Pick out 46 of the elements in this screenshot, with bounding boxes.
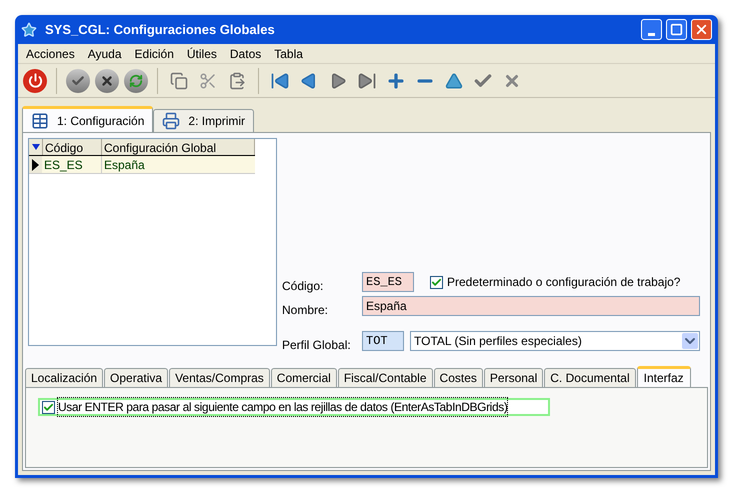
profile-code-field[interactable]: TOT — [362, 331, 404, 351]
close-icon — [694, 22, 709, 37]
menu-item[interactable]: Útiles — [186, 44, 217, 62]
window-title: SYS_CGL: Configuraciones Globales — [45, 20, 275, 39]
tab[interactable]: 2: Imprimir — [153, 109, 254, 132]
name-field[interactable]: España — [362, 296, 700, 316]
tab[interactable]: Comercial — [270, 368, 337, 387]
printer-icon — [162, 112, 180, 130]
field-label: Código: — [282, 278, 324, 295]
menu-item[interactable]: Ayuda — [88, 44, 122, 62]
row-pointer-icon — [32, 158, 39, 170]
table-icon — [31, 112, 49, 130]
table-cell-text: España — [103, 157, 146, 173]
tab[interactable]: Interfaz — [636, 366, 691, 387]
field-label: Perfil Global: — [282, 337, 352, 354]
minimize-button[interactable] — [641, 19, 662, 40]
tab[interactable]: C. Documental — [544, 368, 636, 387]
tab[interactable]: Fiscal/Contable — [338, 368, 433, 387]
checkbox[interactable] — [42, 400, 55, 414]
menu-item[interactable]: Tabla — [274, 44, 303, 62]
tab[interactable]: Localización — [25, 368, 104, 387]
maximize-icon — [670, 23, 683, 36]
column-header[interactable]: Código — [42, 139, 102, 155]
maximize-button[interactable] — [666, 19, 687, 40]
tab[interactable]: Personal — [484, 368, 544, 387]
app-icon — [21, 22, 37, 38]
table-cell: ES_ES — [42, 156, 102, 173]
close-button[interactable] — [691, 19, 712, 40]
menu-item[interactable]: Acciones — [26, 44, 75, 62]
tab[interactable]: 1: Configuración — [22, 106, 154, 132]
menu-item[interactable]: Edición — [134, 44, 174, 62]
profile-dropdown[interactable]: TOTAL (Sin perfiles especiales) — [410, 331, 700, 351]
column-header[interactable]: Configuración Global — [102, 139, 255, 155]
disk-x-icon[interactable] — [95, 68, 119, 92]
tab[interactable]: Operativa — [104, 368, 168, 387]
disk-refresh-icon[interactable] — [124, 68, 148, 92]
field-label: Nombre: — [282, 302, 330, 319]
disk-check-icon[interactable] — [66, 68, 90, 92]
checkbox-label: Predeterminado o configuración de trabajo? — [447, 274, 680, 291]
menu-item[interactable]: Datos — [230, 44, 262, 62]
checkbox[interactable] — [430, 276, 443, 288]
grid-row[interactable]: ES_ES España — [29, 156, 255, 174]
tab[interactable]: Ventas/Compras — [169, 368, 270, 387]
tab[interactable]: Costes — [434, 368, 483, 387]
power-icon[interactable] — [23, 68, 47, 92]
code-field[interactable]: ES_ES — [362, 272, 414, 292]
